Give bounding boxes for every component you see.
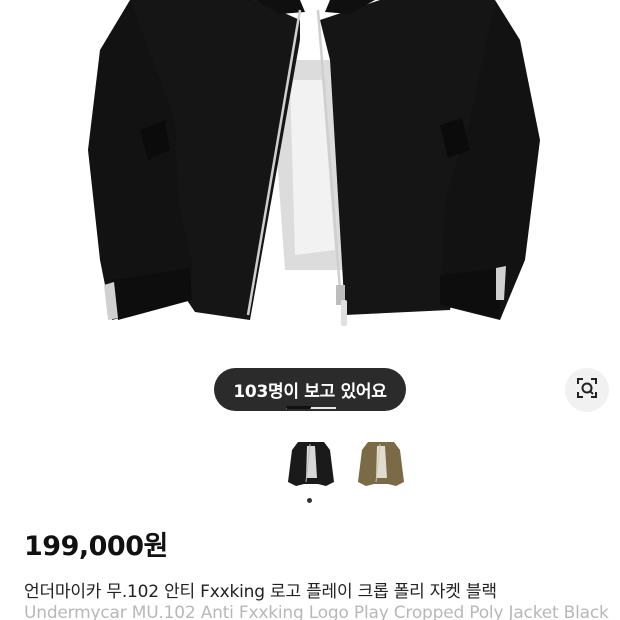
gallery-page-dot [307,498,312,503]
product-title-korean: 언더마이카 무.102 안티 Fxxking 로고 플레이 크롭 폴리 자켓 블… [24,582,497,602]
viewers-count-text: 103명이 보고 있어요 [233,382,387,402]
viewers-count-badge: 103명이 보고 있어요 [214,368,406,411]
visual-search-button[interactable] [565,368,609,412]
product-image[interactable] [0,0,620,345]
product-price: 199,000원 [24,531,168,562]
visual-search-icon [576,377,598,403]
thumbnail-khaki[interactable] [352,432,410,490]
product-title-english: Undermycar MU.102 Anti Fxxking Logo Play… [24,603,609,620]
jacket-photo [88,0,540,326]
thumbnail-black[interactable] [282,432,340,490]
gallery-progress-fill [286,406,311,409]
